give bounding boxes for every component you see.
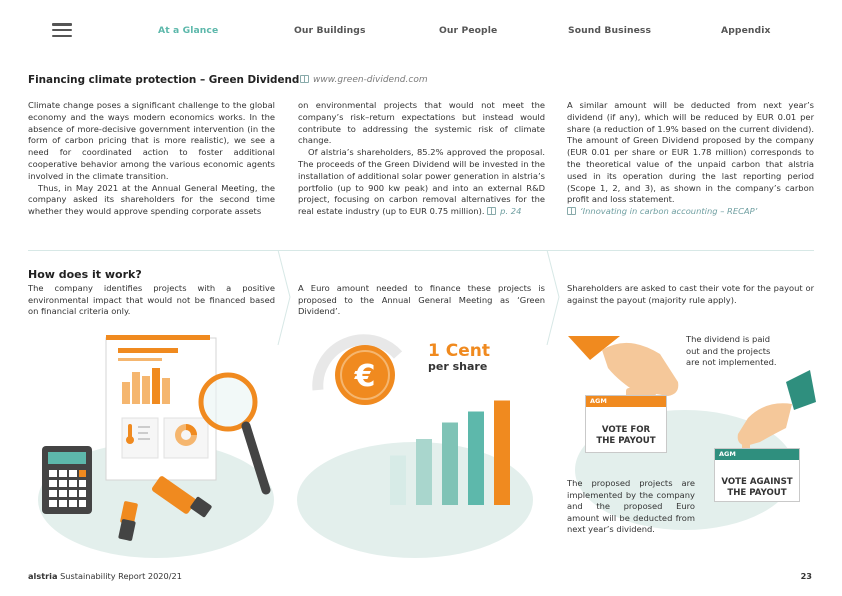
nav-appendix[interactable]: Appendix xyxy=(721,25,771,36)
how-it-works-title: How does it work? xyxy=(28,268,142,281)
vote-for-label: VOTE FOR THE PAYOUT xyxy=(596,425,656,446)
page-reference-link[interactable]: p. 24 xyxy=(487,206,521,216)
vote-against-ballot: AGM VOTE AGAINST THE PAYOUT xyxy=(714,448,800,502)
chart-bar xyxy=(390,455,406,505)
chart-bar xyxy=(494,400,510,505)
euro-symbol: € xyxy=(354,359,376,394)
per-share-label: per share xyxy=(428,360,488,373)
book-icon xyxy=(300,75,309,83)
recap-reference-link[interactable]: ‘Innovating in carbon accounting – RECAP… xyxy=(567,206,814,218)
page-reference-text: p. 24 xyxy=(500,206,522,217)
green-dividend-illustration: € xyxy=(297,334,533,558)
paragraph: Thus, in May 2021 at the Annual General … xyxy=(28,182,275,217)
page-number: 23 xyxy=(800,571,812,581)
text-column-1: Climate change poses a significant chall… xyxy=(28,100,275,218)
ballot-tag: AGM xyxy=(586,396,666,407)
dividend-paid-note: The dividend is paid out and the project… xyxy=(686,334,777,368)
nav-sound-business[interactable]: Sound Business xyxy=(568,25,651,36)
footer-report-title: alstria Sustainability Report 2020/21 xyxy=(28,571,182,581)
book-icon xyxy=(487,207,497,216)
calculator-icon xyxy=(42,446,92,514)
project-analysis-illustration xyxy=(38,335,274,558)
nav-at-a-glance[interactable]: At a Glance xyxy=(158,25,218,36)
chart-bar xyxy=(416,439,432,505)
vote-against-label: VOTE AGAINST THE PAYOUT xyxy=(721,477,793,498)
green-dividend-link[interactable]: www.green-dividend.com xyxy=(300,75,428,85)
chart-bar xyxy=(442,422,458,505)
step-1-text: The company identifies projects with a p… xyxy=(28,283,275,317)
footer-brand: alstria xyxy=(28,571,58,581)
section-title: Financing climate protection – Green Div… xyxy=(28,74,300,86)
paragraph: Climate change poses a significant chall… xyxy=(28,100,275,181)
paragraph: A similar amount will be deducted from n… xyxy=(567,100,814,205)
nav-our-people[interactable]: Our People xyxy=(439,25,497,36)
text-column-3: A similar amount will be deducted from n… xyxy=(567,100,814,218)
footer-report-name: Sustainability Report 2020/21 xyxy=(60,571,182,581)
book-icon xyxy=(567,207,576,216)
projects-implemented-note: The proposed projects are implemented by… xyxy=(567,478,695,535)
step-2-text: A Euro amount needed to finance these pr… xyxy=(298,283,545,317)
chart-bar xyxy=(468,411,484,505)
vote-for-ballot: AGM VOTE FOR THE PAYOUT xyxy=(585,395,667,453)
section-divider xyxy=(28,250,814,251)
one-cent-label: 1 Cent xyxy=(428,341,490,361)
nav-our-buildings[interactable]: Our Buildings xyxy=(294,25,366,36)
paragraph: on environmental projects that would not… xyxy=(298,100,545,146)
text-column-2: on environmental projects that would not… xyxy=(298,100,545,218)
paragraph: Of alstria’s shareholders, 85.2% approve… xyxy=(298,147,545,218)
step-3-text: Shareholders are asked to cast their vot… xyxy=(567,283,814,305)
green-dividend-link-text: www.green-dividend.com xyxy=(313,75,428,85)
recap-reference-text: ‘Innovating in carbon accounting – RECAP… xyxy=(580,206,758,217)
hamburger-menu-icon[interactable] xyxy=(52,23,72,38)
ballot-tag: AGM xyxy=(715,449,799,460)
